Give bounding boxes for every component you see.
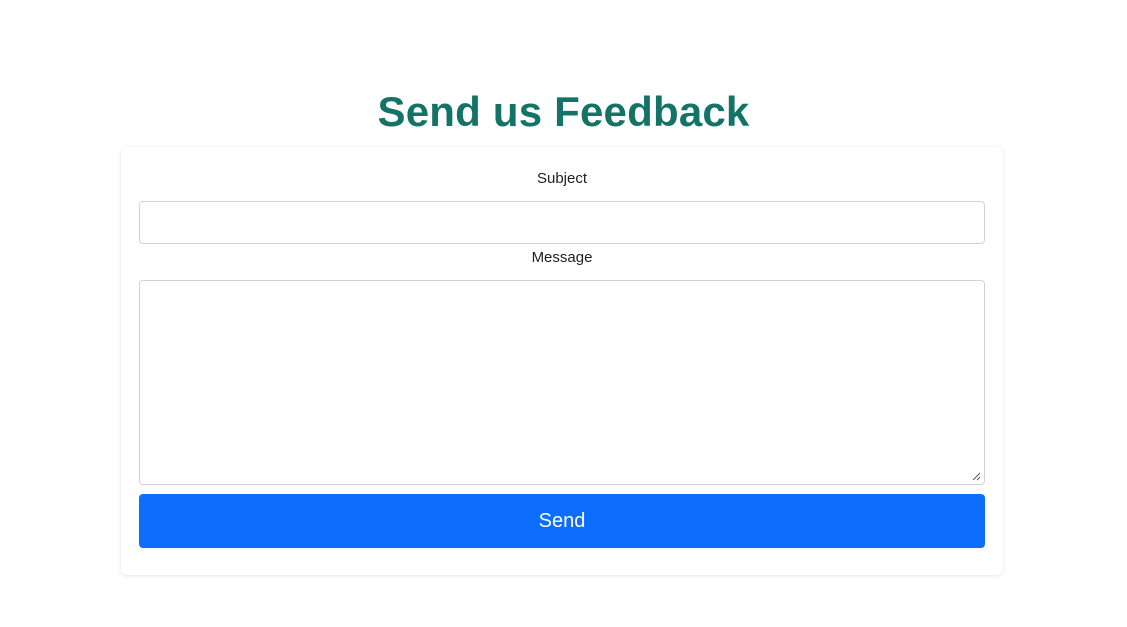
- feedback-page: Send us Feedback Subject Message Send: [0, 0, 1127, 627]
- subject-input[interactable]: [139, 201, 985, 244]
- feedback-form-card: Subject Message Send: [121, 147, 1003, 575]
- message-label: Message: [531, 249, 593, 266]
- resize-grip-icon[interactable]: [971, 471, 981, 481]
- page-title: Send us Feedback: [377, 88, 750, 135]
- subject-label: Subject: [536, 170, 588, 187]
- message-textarea[interactable]: [139, 280, 985, 485]
- send-button[interactable]: Send: [139, 494, 985, 548]
